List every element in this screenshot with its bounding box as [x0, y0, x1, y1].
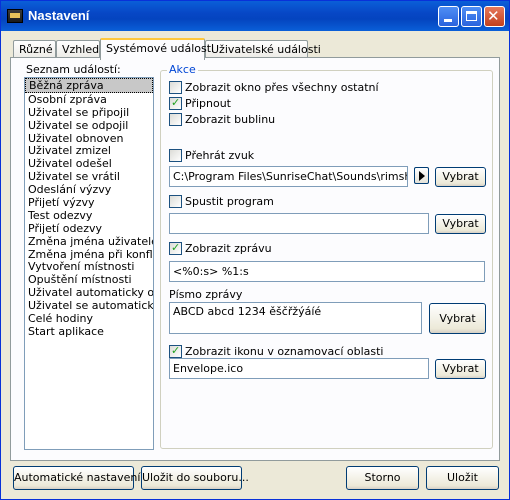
show-message-checkbox[interactable]: ✓ — [169, 241, 182, 255]
auto-settings-button[interactable]: Automatické nastavení — [13, 466, 140, 490]
maximize-button[interactable] — [461, 6, 482, 27]
checkmark-icon: ✓ — [171, 96, 181, 109]
actions-group — [160, 70, 493, 449]
show-bubble-label: Zobrazit bublinu — [185, 113, 276, 126]
play-sound-checkbox[interactable] — [169, 149, 182, 162]
tab-ruzne[interactable]: Různé — [13, 40, 56, 58]
run-program-label: Spustit program — [185, 195, 274, 208]
close-button[interactable]: ✕ — [484, 6, 505, 27]
tray-icon-label: Zobrazit ikonu v oznamovací oblasti — [185, 345, 384, 358]
list-item[interactable]: Uživatel obnoven — [25, 132, 153, 145]
program-browse-button[interactable]: Vybrat — [435, 214, 486, 234]
list-item[interactable]: Odeslání výzvy — [25, 183, 153, 196]
show-message-label: Zobrazit zprávu — [185, 242, 272, 255]
checkmark-icon: ✓ — [171, 241, 181, 254]
icon-browse-button[interactable]: Vybrat — [435, 359, 486, 379]
list-item[interactable]: Opuštění místnosti — [25, 273, 153, 286]
list-item[interactable]: Změna jména uživatele — [25, 235, 153, 248]
list-item[interactable]: Celé hodiny — [25, 312, 153, 325]
tab-system-events[interactable]: Systémové události — [100, 38, 214, 60]
tab-vzhled[interactable]: Vzhled — [56, 40, 100, 58]
font-label: Písmo zprávy — [169, 288, 243, 301]
show-on-top-checkbox[interactable] — [169, 81, 182, 94]
list-item[interactable]: Běžná zpráva — [25, 78, 153, 93]
run-program-checkbox[interactable] — [169, 195, 182, 208]
list-item[interactable]: Přijetí odezvy — [25, 222, 153, 235]
list-item[interactable]: Uživatel se automaticky vrátil — [25, 299, 153, 312]
list-item[interactable]: Přijetí výzvy — [25, 196, 153, 209]
list-item[interactable]: Uživatel se připojil — [25, 106, 153, 119]
list-item[interactable]: Uživatel se vrátil — [25, 170, 153, 183]
window-title: Nastavení — [28, 8, 90, 23]
save-button[interactable]: Uložit — [426, 466, 499, 490]
font-preview: ABCD abcd 1234 ěščřžýáíé — [169, 302, 422, 334]
sound-browse-button[interactable]: Vybrat — [435, 167, 486, 187]
cancel-button[interactable]: Storno — [346, 466, 419, 490]
list-item[interactable]: Start aplikace — [25, 325, 153, 338]
icon-file-input[interactable]: Envelope.ico — [169, 358, 429, 379]
maximize-icon — [466, 11, 477, 21]
message-format-input[interactable]: <%0:s> %1:s — [169, 261, 485, 282]
save-to-file-button[interactable]: Uložit do souboru... — [141, 466, 249, 490]
play-sound-button[interactable] — [414, 167, 429, 184]
checkmark-icon: ✓ — [171, 344, 181, 357]
minimize-button[interactable] — [438, 6, 459, 27]
sound-path-input[interactable]: C:\Program Files\SunriseChat\Sounds\rims… — [169, 166, 408, 187]
list-item[interactable]: Test odezvy — [25, 209, 153, 222]
list-item[interactable]: Změna jména při konfliktu — [25, 248, 153, 261]
actions-group-title: Akce — [167, 63, 198, 76]
font-browse-button[interactable]: Vybrat — [429, 303, 486, 334]
list-item[interactable]: Uživatel odešel — [25, 157, 153, 170]
minimize-icon — [444, 19, 452, 22]
pin-label: Připnout — [185, 97, 231, 110]
list-item[interactable]: Vytvoření místnosti — [25, 260, 153, 274]
close-icon: ✕ — [487, 7, 500, 25]
list-item[interactable]: Uživatel automaticky odešel — [25, 286, 153, 299]
program-path-input[interactable] — [169, 213, 429, 234]
list-item[interactable]: Osobní zpráva — [25, 93, 153, 106]
app-icon — [7, 9, 23, 23]
list-item[interactable]: Uživatel zmizel — [25, 144, 153, 158]
show-on-top-label: Zobrazit okno přes všechny ostatní — [185, 81, 379, 94]
tab-user-events[interactable]: Uživatelské události — [205, 40, 321, 58]
events-listbox[interactable]: Běžná zpráva Osobní zpráva Uživatel se při… — [24, 77, 154, 450]
tray-icon-checkbox[interactable]: ✓ — [169, 344, 182, 358]
events-list-label: Seznam událostí: — [26, 63, 121, 76]
play-sound-label: Přehrát zvuk — [185, 149, 255, 162]
show-bubble-checkbox[interactable] — [169, 113, 182, 126]
list-item[interactable]: Uživatel se odpojil — [25, 119, 153, 132]
title-bar[interactable]: Nastavení ✕ — [1, 1, 509, 31]
pin-checkbox[interactable]: ✓ — [169, 96, 182, 110]
